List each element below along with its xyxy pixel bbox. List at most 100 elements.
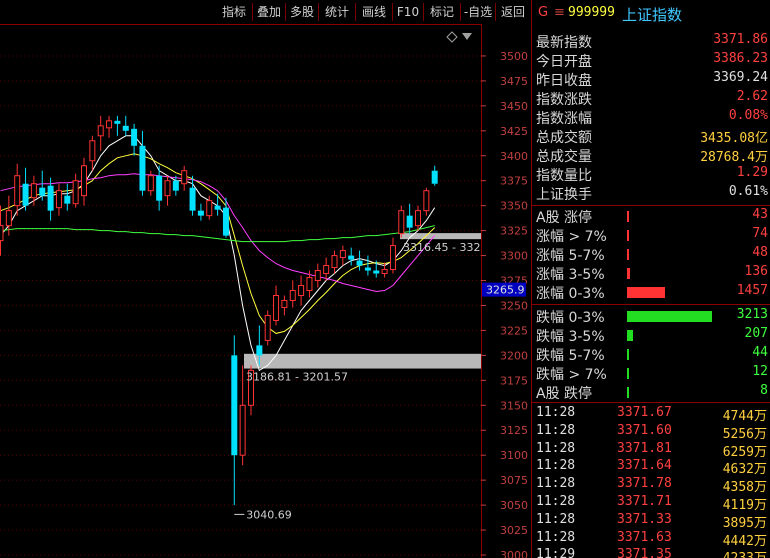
candle-body	[314, 270, 321, 282]
tick-price: 3371.78	[617, 476, 672, 492]
tick-row: 11:28 3371.63 4442万	[532, 530, 770, 549]
breadth-down-label: 跌幅 5-7%	[536, 348, 605, 364]
y-tick-label: 3500	[500, 50, 528, 63]
tick-volume: 4744万	[722, 409, 767, 424]
stock-code: 999999	[568, 5, 615, 20]
quote-value: 3369.24	[713, 70, 768, 85]
tick-volume: 4119万	[722, 498, 767, 513]
tick-row: 11:28 3371.67 4744万	[532, 405, 770, 424]
breadth-down-label: A股 跌停	[536, 386, 593, 402]
candle-body	[406, 215, 413, 228]
candle-body	[156, 175, 163, 201]
candle-body	[431, 170, 438, 184]
breadth-down-bar	[627, 311, 712, 322]
candle-body	[298, 285, 305, 296]
toolbar-draw-line-button[interactable]: 画线	[356, 2, 392, 22]
tick-volume: 6259万	[722, 444, 767, 460]
support-zone-label: 3186.81 - 3201.57	[246, 371, 348, 384]
quote-label: 指数涨跌	[536, 92, 592, 108]
tick-row: 11:28 3371.78 4358万	[532, 476, 770, 495]
quote-label: 上证换手	[536, 187, 592, 203]
y-tick-label: 3150	[500, 399, 528, 412]
y-tick-label: 3100	[500, 449, 528, 462]
kline-chart[interactable]: 3500 3475 3450 3425 3400 3375 3350 3325 3300 3275…	[0, 24, 531, 558]
tick-volume: 3895万	[722, 515, 767, 531]
breadth-up-count: 74	[752, 226, 768, 241]
flag-badge: G	[538, 5, 549, 20]
candle-body	[206, 200, 213, 217]
resistance-zone	[400, 233, 481, 240]
quote-row: 指数量比 1.29	[532, 165, 770, 184]
y-tick-label: 3175	[500, 374, 528, 387]
toolbar-back-button[interactable]: 返回	[496, 2, 530, 22]
candle-body	[97, 125, 104, 137]
breadth-down-row: A股 跌停 8	[532, 383, 770, 402]
tick-row: 11:28 3371.60 5256万	[532, 422, 770, 442]
candle-body	[214, 205, 221, 210]
candle-body	[164, 180, 171, 197]
diamond-icon	[446, 31, 458, 43]
toolbar-remove-watchlist-button[interactable]: -自选	[461, 2, 495, 22]
breadth-up-count: 48	[752, 245, 768, 260]
toolbar-overlay-button[interactable]: 叠加	[253, 2, 285, 22]
toolbar-statistics-button[interactable]: 统计	[319, 2, 355, 22]
candle-body	[281, 299, 288, 308]
quote-value: 2.62	[736, 89, 768, 104]
y-tick-label: 3400	[500, 150, 528, 163]
y-tick-label: 3125	[500, 424, 528, 437]
breadth-up-count: 43	[752, 207, 768, 222]
y-tick-label: 3200	[500, 349, 528, 362]
triangle-down-icon	[462, 33, 472, 40]
y-tick-label: 3350	[500, 200, 528, 213]
y-tick-label: 3300	[500, 250, 528, 263]
candle-body	[339, 250, 346, 259]
breadth-up-label: 涨幅 0-3%	[536, 286, 605, 302]
candle-body	[172, 180, 179, 191]
quote-label: 最新指数	[536, 35, 592, 51]
breadth-down-row: 跌幅 > 7% 12	[532, 364, 770, 383]
tick-price: 3371.35	[617, 547, 672, 558]
breadth-up-row: A股 涨停 43	[532, 207, 770, 226]
moving-average-line	[0, 153, 436, 334]
quote-value: 0.08%	[728, 108, 768, 123]
current-price-tag-label: 3265.9	[486, 284, 525, 297]
toolbar-indicator-button[interactable]: 指标	[216, 2, 252, 22]
kline-chart-svg[interactable]: 3500347534503425340033753350332533003275…	[0, 24, 531, 558]
panel-divider	[532, 205, 770, 206]
y-tick-label: 3075	[500, 474, 528, 487]
quote-label: 指数涨幅	[536, 111, 592, 127]
breadth-up-label: 涨幅 > 7%	[536, 229, 607, 245]
stock-name: 上证指数	[622, 6, 683, 24]
breadth-up-row: 涨幅 5-7% 48	[532, 245, 770, 264]
candle-body	[323, 265, 330, 275]
toolbar-multi-stock-button[interactable]: 多股	[286, 2, 318, 22]
panel-divider	[532, 402, 770, 403]
breadth-down-bar	[627, 368, 629, 379]
quote-value: 1.29	[736, 165, 768, 180]
tick-volume: 4233万	[723, 547, 767, 558]
quote-value: 3371.86	[713, 32, 768, 47]
y-tick-label: 3050	[500, 499, 528, 512]
candle-body	[189, 187, 196, 211]
tick-time: 11:28	[536, 458, 576, 474]
quote-label: 指数量比	[536, 168, 592, 184]
quote-panel: G ≡ 999999 上证指数 最新指数 3371.86 今日开盘 3386.23 昨日…	[531, 0, 770, 558]
tick-time: 11:28	[536, 440, 576, 456]
toolbar-f10-button[interactable]: F10	[393, 2, 423, 22]
quote-label: 昨日收盘	[536, 73, 592, 89]
moving-average-line	[0, 135, 436, 372]
candle-body	[364, 267, 371, 271]
tick-time: 11:28	[536, 476, 576, 492]
toolbar-mark-button[interactable]: 标记	[424, 2, 460, 22]
breadth-down-label: 跌幅 0-3%	[536, 310, 605, 326]
tick-time: 11:28	[536, 422, 576, 438]
breadth-down-count: 8	[760, 383, 768, 398]
quote-row: 上证换手 0.61%	[532, 184, 770, 203]
quote-label: 今日开盘	[536, 54, 592, 70]
breadth-up-bar	[627, 287, 665, 298]
menu-icon[interactable]: ≡	[554, 5, 565, 20]
breadth-down-count: 12	[752, 364, 768, 379]
breadth-down-row: 跌幅 3-5% 207	[532, 326, 770, 345]
low-price-annotation: 3040.69	[246, 508, 291, 521]
candle-body	[114, 120, 121, 124]
